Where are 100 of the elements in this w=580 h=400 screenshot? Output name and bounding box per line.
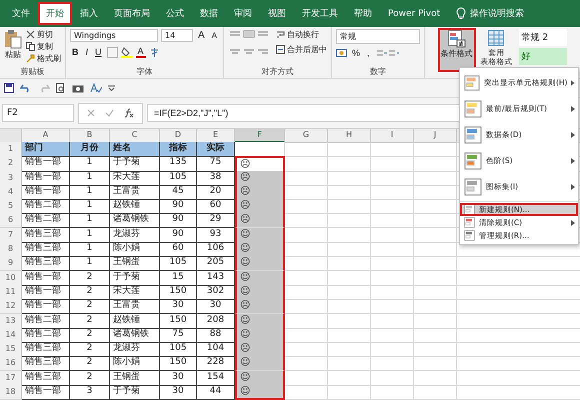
face-cell: ☹	[235, 199, 285, 214]
save-icon[interactable]	[4, 83, 14, 93]
caret-icon[interactable]	[108, 85, 115, 91]
header-cell: 指标	[160, 142, 197, 157]
face-cell: ☺	[235, 256, 285, 272]
empty-cell	[371, 299, 414, 314]
ribbon-tab[interactable]: 审阅	[226, 3, 260, 24]
underline-button[interactable]: U	[93, 47, 104, 57]
wrap-text-button[interactable]: 自动换行	[276, 29, 328, 40]
currency-icon[interactable]	[336, 48, 348, 58]
spelling-icon[interactable]	[90, 83, 102, 93]
row-number[interactable]: 5	[0, 199, 22, 214]
row-number[interactable]: 15	[0, 342, 22, 358]
conditional-formatting-button[interactable]: 条件格式	[438, 29, 474, 71]
ribbon-tab[interactable]: 开发工具	[294, 3, 346, 24]
ribbon-tab[interactable]: 页面布局	[106, 3, 158, 24]
empty-cell	[371, 328, 414, 343]
row-number[interactable]: 8	[0, 242, 22, 258]
column-header[interactable]: G	[285, 129, 328, 143]
row-number[interactable]: 3	[0, 170, 22, 186]
empty-cell	[371, 370, 414, 386]
cell-style[interactable]: 常规 2	[518, 29, 566, 46]
paste-button[interactable]: 粘贴	[4, 29, 22, 60]
column-header[interactable]: I	[371, 129, 414, 143]
row-number[interactable]: 4	[0, 184, 22, 200]
table-cell: 赵铁锤	[110, 314, 160, 329]
fill-color-icon[interactable]	[120, 46, 133, 58]
empty-cell	[328, 256, 371, 272]
ribbon-tab[interactable]: 插入	[72, 3, 106, 24]
empty-cell	[328, 199, 371, 214]
row-number[interactable]: 18	[0, 385, 22, 400]
print-preview-icon[interactable]	[56, 82, 66, 94]
ribbon-tab[interactable]: 文件	[4, 3, 38, 24]
cut-button[interactable]: 剪切	[26, 29, 61, 40]
face-cell: ☹	[235, 299, 285, 314]
number-format-field[interactable]: 常规	[336, 29, 420, 44]
function-icon[interactable]	[124, 108, 134, 118]
ribbon-tab[interactable]: 数据	[192, 3, 226, 24]
tell-me-search[interactable]: 操作说明搜索	[470, 7, 524, 20]
column-header[interactable]: F	[235, 129, 285, 143]
row-number[interactable]: 2	[0, 156, 22, 172]
row-number[interactable]: 9	[0, 256, 22, 272]
decimal-icon[interactable]	[374, 48, 399, 58]
empty-cell	[371, 228, 414, 243]
camera-icon[interactable]	[72, 83, 84, 93]
table-cell: 销售三部	[22, 242, 70, 258]
row-number[interactable]: 17	[0, 370, 22, 386]
row-number[interactable]: 13	[0, 314, 22, 329]
row-number[interactable]: 1	[0, 142, 22, 157]
font-size-field[interactable]: 14	[161, 29, 193, 42]
column-header[interactable]: J	[414, 129, 457, 143]
copy-icon	[26, 42, 35, 51]
check-icon[interactable]	[105, 109, 114, 117]
shrink-font-button[interactable]: A	[210, 31, 220, 40]
row-number[interactable]: 7	[0, 228, 22, 243]
ribbon-tab[interactable]: 公式	[158, 3, 192, 24]
table-cell: 150	[160, 284, 197, 300]
table-cell: 销售一部	[22, 170, 70, 186]
font-name-field[interactable]: Wingdings	[70, 29, 158, 42]
empty-cell	[328, 328, 371, 343]
phonetic-icon[interactable]	[148, 46, 160, 58]
border-icon[interactable]	[106, 46, 118, 58]
row-number[interactable]: 14	[0, 328, 22, 343]
italic-button[interactable]: I	[84, 47, 90, 57]
cell-style[interactable]: 好	[518, 48, 566, 65]
table-rule-icon	[448, 30, 466, 48]
ribbon-tab[interactable]: 帮助	[346, 3, 380, 24]
face-cell: ☺	[235, 385, 285, 400]
group-label: 字体	[136, 66, 152, 77]
copy-button[interactable]: 复制	[26, 41, 61, 52]
ribbon-tab[interactable]: 开始	[38, 2, 72, 25]
font-color-button[interactable]: A	[136, 46, 146, 58]
table-cell: 销售一部	[22, 385, 70, 400]
empty-cell	[328, 184, 371, 200]
percent-button[interactable]: %	[350, 48, 362, 58]
ribbon-tab[interactable]: 视图	[260, 3, 294, 24]
name-box[interactable]: F2	[2, 104, 74, 122]
ribbon-tab[interactable]: Power Pivot	[380, 4, 448, 22]
brush-icon	[26, 54, 35, 63]
comma-button[interactable]: ,	[365, 48, 372, 58]
empty-cell	[328, 213, 371, 228]
empty-cell	[371, 342, 414, 358]
row-number[interactable]: 10	[0, 270, 22, 286]
format-painter-button[interactable]: 格式刷	[26, 53, 61, 64]
row-number[interactable]: 16	[0, 356, 22, 372]
table-cell: 60	[160, 242, 197, 258]
column-header[interactable]: H	[328, 129, 371, 143]
empty-cell	[328, 242, 371, 258]
merge-icon	[276, 45, 286, 54]
row-number[interactable]: 11	[0, 284, 22, 300]
row-number[interactable]: 12	[0, 299, 22, 314]
table-cell: 1	[70, 256, 110, 272]
table-icon	[488, 30, 506, 48]
empty-cell	[328, 342, 371, 358]
merge-center-button[interactable]: 合并后居中	[276, 44, 328, 55]
header-cell: 月份	[70, 142, 110, 157]
submenu-arrow-icon	[571, 158, 575, 164]
bold-button[interactable]: B	[70, 47, 80, 57]
row-number[interactable]: 6	[0, 213, 22, 228]
grow-font-button[interactable]: A	[196, 30, 207, 41]
